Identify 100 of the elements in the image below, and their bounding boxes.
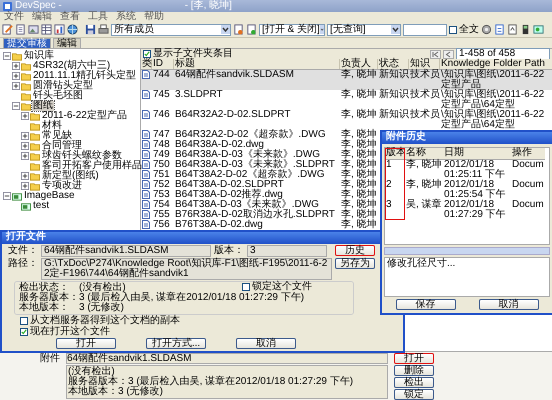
button[interactable]: 打开 [394,353,434,364]
menu-item[interactable]: 编辑 [32,12,52,22]
page-field[interactable]: 1-458 of 458 [456,48,550,60]
tree-item[interactable]: 合同管理 [41,141,83,151]
gear-icon[interactable] [481,24,492,35]
checkbox[interactable] [242,283,250,291]
checkbox[interactable] [449,26,457,34]
document-icon[interactable] [507,24,518,35]
menu-item[interactable]: 帮助 [144,12,164,22]
button[interactable]: 删除 [394,365,434,376]
table-cell-text: Docum [511,200,545,212]
menu-item[interactable]: 文件 [4,12,24,22]
column-header[interactable]: 日期 [443,148,511,160]
column-header[interactable]: 名称 [405,148,443,160]
column-header[interactable]: ID [152,59,174,69]
column-header[interactable]: 负责人 [340,59,378,69]
chart-icon[interactable] [54,24,65,35]
table-row[interactable]: 745 3.SLDPRT 李, 晓坤 新知识技术员\知识库\图纸\2011-6-22定型产品\64定型 [141,90,552,110]
menu-item[interactable]: 工具 [88,12,108,22]
save-icon[interactable] [85,24,96,35]
document-icon[interactable] [494,24,505,35]
printer-icon[interactable] [98,24,109,35]
scrollbar[interactable] [384,247,550,255]
expand-icon[interactable] [21,152,29,160]
expand-icon[interactable] [21,142,29,150]
table-cell-text: 747 [152,130,171,140]
button[interactable]: 取消 [236,338,296,349]
table-cell: 李, 晓坤 [340,70,378,80]
query-dropdown[interactable]: [无查询] [327,24,401,36]
version-field[interactable]: 3 [247,245,327,257]
book-icon[interactable] [520,24,531,35]
checkbox[interactable] [143,50,151,58]
menu-item[interactable]: 系统 [116,12,136,22]
tree-item[interactable]: 材料 [41,121,63,131]
tree-item[interactable]: 专项改进 [41,181,83,191]
tree-item[interactable]: 知识库 [23,51,55,61]
expand-icon[interactable] [12,72,20,80]
image-icon[interactable] [28,24,39,35]
tree-item[interactable]: test [32,201,50,211]
collapse-icon[interactable] [12,102,20,110]
save-as-button[interactable]: 另存为 [335,258,375,269]
tree-item[interactable]: ImageBase [23,191,76,201]
button[interactable]: 取消 [478,299,538,310]
column-header[interactable]: 类 [141,59,152,69]
globe-icon[interactable] [67,24,78,35]
document-icon[interactable] [246,24,257,35]
tab[interactable]: 编辑 [53,38,81,48]
table-cell-text: B64T38A-D-02.SLDPRT [174,180,285,190]
first-page-button[interactable] [430,50,441,58]
tree-item[interactable]: 新定型(图纸) [41,171,100,181]
tree-item[interactable]: 2011.11.1精孔钎头定型 [32,71,138,81]
file-field[interactable]: 64钢配件sandvik1.SLDASM [66,353,388,364]
document-icon[interactable] [15,24,26,35]
member-dropdown[interactable]: 所有成员 [111,24,231,36]
previous-page-button[interactable] [443,50,454,58]
tab[interactable]: 提交审核 [3,38,51,48]
tree-item[interactable]: 球齿钎头螺纹参数 [41,151,123,161]
tree-item[interactable]: 钎头毛坯图 [32,91,84,101]
button[interactable]: 锁定 [394,389,434,400]
button[interactable]: 保存 [396,299,456,310]
collapse-icon[interactable] [3,52,11,60]
grid-icon[interactable] [41,24,52,35]
history-button[interactable]: 历史 [335,245,375,256]
checkbox[interactable] [20,317,28,325]
expand-icon[interactable] [12,82,20,90]
expand-icon[interactable] [21,132,29,140]
edit-icon[interactable] [2,24,13,35]
button[interactable]: 打开 [56,338,116,349]
tree-item[interactable]: 客司开拓客户使用样品 [41,161,143,171]
tree-item[interactable]: 4SR32(胡六中三) [32,61,112,71]
state-dropdown[interactable]: [打开 & 关闭] [259,24,325,36]
menu-item[interactable]: 查看 [60,12,80,22]
tree-item[interactable]: 2011-6-22定型产品 [41,111,128,121]
document-icon[interactable] [233,24,244,35]
file-field[interactable]: 64钢配件sandvik1.SLDASM [41,245,211,257]
app-icon [3,2,12,10]
search-field[interactable] [403,24,447,36]
table-row[interactable]: 744 64钢配件sandvik.SLDASM 李, 晓坤 新知识技术员\知识库\图纸\2011-6-22定型产品 [141,70,552,90]
tree-item[interactable]: 常见缺 [41,131,73,141]
comment-field[interactable]: 修改孔径尺寸... [384,257,550,297]
column-header[interactable]: 操作 [511,148,545,160]
image-icon[interactable] [533,24,544,35]
checkbox[interactable] [20,328,28,336]
expand-icon[interactable] [21,112,29,120]
tree-item[interactable]: 圆滑钻头定型 [32,81,94,91]
column-header[interactable]: 标题 [174,59,340,69]
expand-icon[interactable] [12,62,20,70]
table-row[interactable]: 756 B76T38A-D-02.dwg 李, 晓坤 [141,220,552,230]
button[interactable]: 打开方式... [146,338,206,349]
column-header[interactable]: 知识 [409,59,440,69]
expand-icon[interactable] [21,172,29,180]
column-header[interactable]: 状态 [378,59,409,69]
checkbox-label: 现在打开这个文件 [30,327,110,337]
path-field[interactable]: G:\TxDoc\P274\Knowledge Root\知识库-F1\图纸-F195\2011-6-22定-F196\744\64钢配件sandvik1 [41,258,332,280]
tree-item[interactable]: 图纸 [32,101,54,111]
collapse-icon[interactable] [3,192,11,200]
expand-icon[interactable] [21,182,29,190]
button[interactable]: 检出 [394,377,434,388]
table-row[interactable]: 746 B64R32A2-D-02.SLDPRT 李, 晓坤 新知识技术员\知识库\图纸\2011-6-22定型产品\64定型 [141,110,552,130]
column-header[interactable]: Knowledge Folder Path [440,59,552,69]
